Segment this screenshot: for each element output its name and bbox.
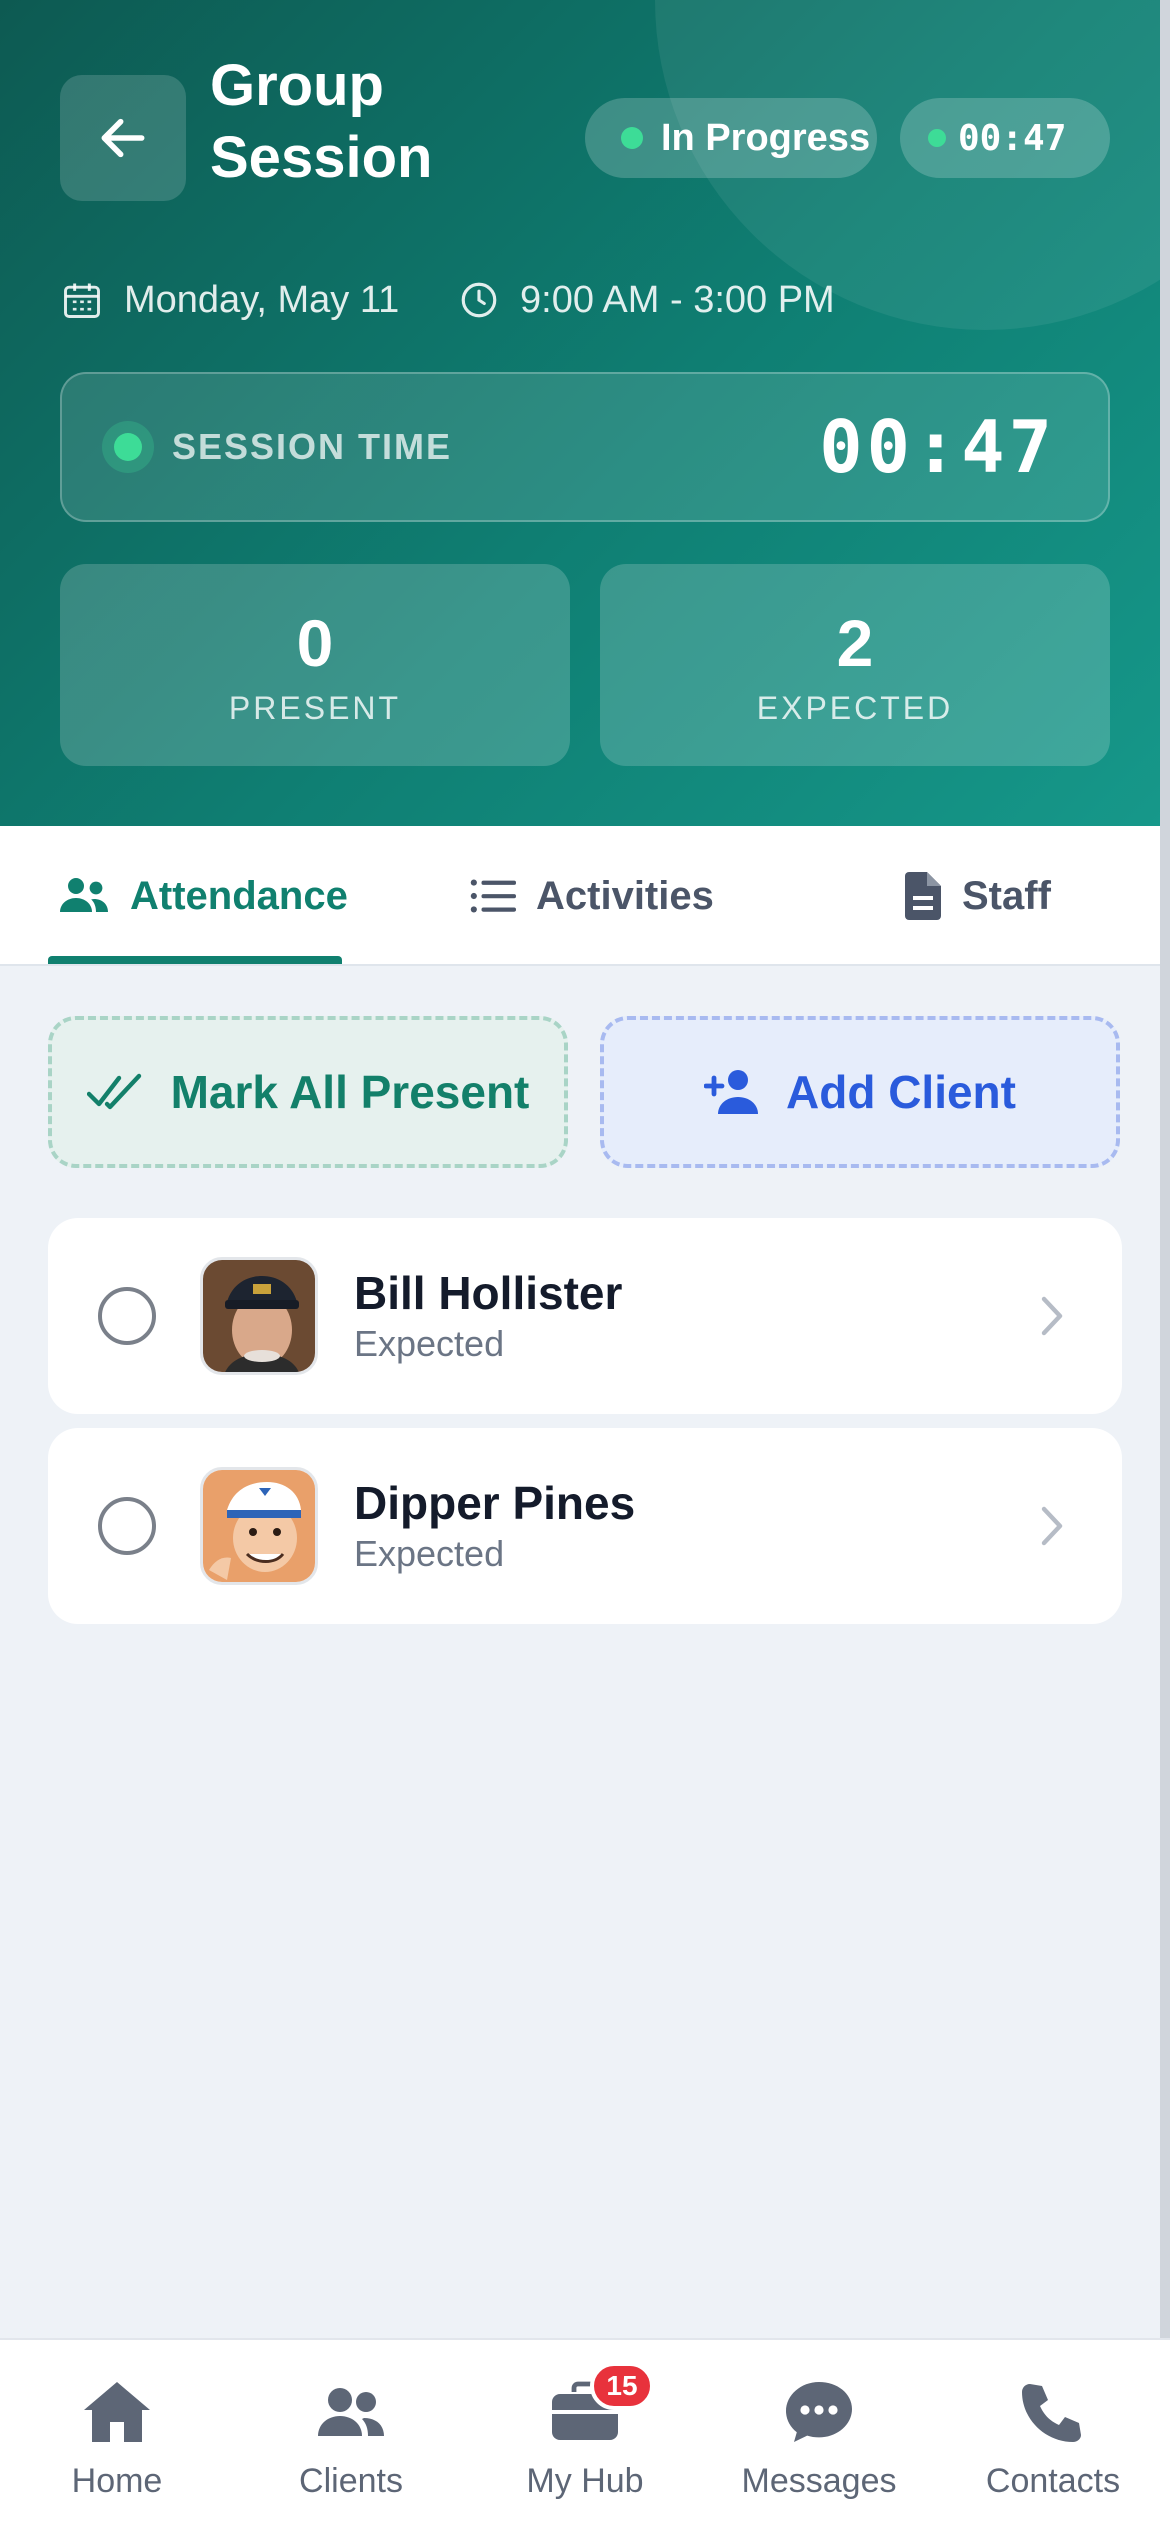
users-icon: [60, 878, 108, 912]
nav-home-label: Home: [71, 2462, 163, 2500]
client-photo-icon: [203, 1260, 315, 1372]
nav-clients-label: Clients: [299, 2462, 403, 2500]
double-check-icon: [86, 1073, 141, 1110]
document-icon: [905, 872, 941, 920]
client-info: Dipper Pines Expected: [354, 1475, 1040, 1577]
tab-attendance[interactable]: Attendance: [58, 826, 348, 966]
client-cartoon-icon: [203, 1470, 315, 1582]
nav-contacts-label: Contacts: [985, 2462, 1121, 2500]
nav-home[interactable]: Home: [0, 2340, 234, 2532]
add-user-icon: [704, 1070, 758, 1114]
status-badge: In Progress: [585, 98, 877, 178]
list-icon: [470, 879, 516, 913]
tab-staff[interactable]: Staff: [904, 826, 1051, 966]
scrollbar[interactable]: [1160, 0, 1170, 2338]
client-info: Bill Hollister Expected: [354, 1265, 1040, 1367]
active-tab-indicator: [48, 956, 342, 964]
session-timer-card: SESSION TIME 00:47: [60, 372, 1110, 522]
mark-all-present-label: Mark All Present: [170, 1066, 530, 1118]
chevron-right-icon: [1041, 1506, 1063, 1546]
expected-count: 2: [836, 605, 874, 680]
client-card[interactable]: Bill Hollister Expected: [48, 1218, 1122, 1414]
date-text: Monday, May 11: [124, 278, 400, 321]
time-range-text: 9:00 AM - 3:00 PM: [520, 278, 835, 321]
clock-icon: [461, 282, 497, 318]
chat-bubble-icon: [786, 2382, 852, 2442]
tab-attendance-label: Attendance: [130, 873, 348, 918]
nav-my-hub-label: My Hub: [526, 2462, 644, 2500]
avatar: [200, 1467, 318, 1585]
nav-contacts[interactable]: Contacts: [936, 2340, 1170, 2532]
session-header: Group Session In Progress 00:47 Monday, …: [0, 0, 1170, 826]
session-date: Monday, May 11: [60, 270, 399, 330]
back-button[interactable]: [60, 75, 186, 201]
add-client-label: Add Client: [786, 1066, 1016, 1118]
nav-messages[interactable]: Messages: [702, 2340, 936, 2532]
expected-label: EXPECTED: [756, 689, 954, 726]
nav-clients[interactable]: Clients: [234, 2340, 468, 2532]
timer-badge: 00:47: [900, 98, 1110, 178]
session-time-label: SESSION TIME: [172, 426, 453, 467]
phone-icon: [1022, 2384, 1081, 2442]
session-live-indicator: [102, 421, 154, 473]
client-name: Bill Hollister: [354, 1267, 623, 1319]
client-status: Expected: [354, 1323, 505, 1364]
chevron-right-icon: [1041, 1296, 1063, 1336]
add-client-button[interactable]: Add Client: [600, 1016, 1120, 1168]
client-name: Dipper Pines: [354, 1477, 636, 1529]
expected-stat: 2 EXPECTED: [600, 564, 1110, 766]
present-count: 0: [296, 605, 334, 680]
timer-dot: [928, 129, 946, 147]
mark-all-present-button[interactable]: Mark All Present: [48, 1016, 568, 1168]
session-time-value: 00:47: [819, 405, 1056, 489]
client-status: Expected: [354, 1533, 505, 1574]
tab-bar: Attendance Activities Staff: [0, 826, 1170, 966]
present-stat: 0 PRESENT: [60, 564, 570, 766]
home-icon: [84, 2382, 150, 2442]
client-card[interactable]: Dipper Pines Expected: [48, 1428, 1122, 1624]
calendar-icon: [64, 283, 100, 318]
tab-activities-label: Activities: [536, 873, 714, 918]
session-time-range: 9:00 AM - 3:00 PM: [458, 270, 835, 330]
avatar: [200, 1257, 318, 1375]
present-label: PRESENT: [228, 689, 402, 726]
status-dot: [621, 127, 643, 149]
bottom-nav: Home Clients 15 My Hub Messages Contacts: [0, 2338, 1170, 2532]
tab-staff-label: Staff: [962, 873, 1051, 918]
timer-label: 00:47: [958, 117, 1067, 159]
nav-messages-label: Messages: [741, 2462, 897, 2500]
tab-activities[interactable]: Activities: [470, 826, 714, 966]
notification-badge: 15: [590, 2362, 654, 2410]
attendance-radio[interactable]: [98, 1497, 156, 1555]
nav-my-hub[interactable]: 15 My Hub: [468, 2340, 702, 2532]
page-title: Group Session: [210, 53, 433, 190]
attendance-radio[interactable]: [98, 1287, 156, 1345]
status-label: In Progress: [661, 116, 871, 159]
users-icon: [318, 2388, 384, 2436]
arrow-left-icon: [101, 118, 145, 158]
